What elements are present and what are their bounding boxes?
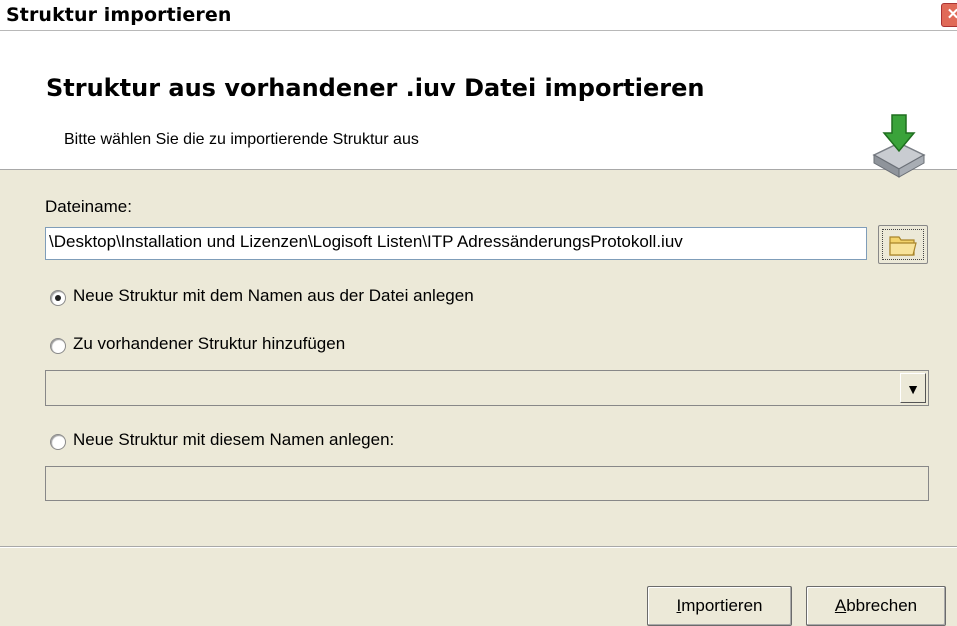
filename-label: Dateiname: [45,197,132,216]
header-title: Struktur aus vorhandener .iuv Datei impo… [46,74,705,102]
close-icon[interactable]: ✕ [941,3,957,27]
radio-new-from-file[interactable] [50,290,66,306]
filename-input[interactable]: \Desktop\Installation und Lizenzen\Logis… [45,227,867,260]
chevron-down-icon[interactable]: ▼ [900,373,926,403]
cancel-button[interactable]: Abbrechen [806,586,946,626]
radio-new-from-file-label[interactable]: Neue Struktur mit dem Namen aus der Date… [73,286,474,306]
window-title: Struktur importieren [6,4,232,26]
dialog-header: Struktur aus vorhandener .iuv Datei impo… [0,31,957,178]
new-structure-name-input[interactable] [45,466,929,501]
radio-new-with-name-label[interactable]: Neue Struktur mit diesem Namen anlegen: [73,430,394,450]
radio-add-existing[interactable] [50,338,66,354]
header-subtitle: Bitte wählen Sie die zu importierende St… [64,131,419,148]
title-bar: Struktur importieren ✕ [0,0,957,31]
import-button[interactable]: Importieren [647,586,792,626]
footer-separator [0,546,957,548]
browse-button[interactable] [878,225,928,264]
radio-add-existing-label[interactable]: Zu vorhandener Struktur hinzufügen [73,334,345,354]
folder-icon [889,236,917,256]
existing-structure-select[interactable]: ▼ [45,370,929,406]
radio-new-with-name[interactable] [50,434,66,450]
import-download-icon [872,114,926,178]
